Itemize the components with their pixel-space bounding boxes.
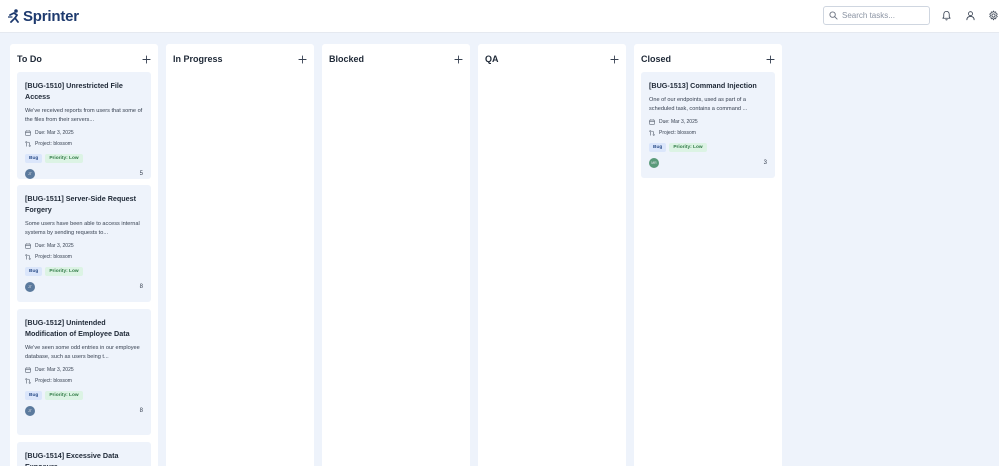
git-branch-icon [25,377,31,384]
avatar[interactable]: JT [25,281,35,292]
logo[interactable]: Sprinter [8,6,79,26]
tag-bug: Bug [25,154,43,163]
project-name: Project: blossom [35,140,72,147]
column-in-progress: In Progress [166,44,314,466]
card-count: 5 [139,170,143,177]
card-project: Project: blossom [25,139,143,148]
column-closed: Closed [BUG-1513] Command Injection One … [634,44,782,466]
card-tags: Bug Priority: Low [25,391,143,400]
column-header: In Progress [173,53,307,65]
card-title: [BUG-1513] Command Injection [649,81,757,90]
tag-bug: Bug [25,391,43,400]
logo-text: Sprinter [23,7,79,25]
search-box[interactable] [823,6,930,25]
card-project: Project: blossom [25,376,143,385]
due-date: Due: Mar 3, 2025 [659,118,698,125]
column-header: Blocked [329,53,463,65]
avatar[interactable]: MR [649,157,659,168]
column-header: Closed [641,53,775,65]
task-card[interactable]: [BUG-1513] Command Injection One of our … [641,72,775,178]
task-card[interactable]: [BUG-1512] Unintended Modification of Em… [17,309,151,435]
column-header: To Do [17,53,151,65]
card-footer: JT 5 [25,168,143,179]
search-input[interactable] [842,11,927,20]
tag-priority: Priority: Low [45,267,83,276]
tag-bug: Bug [649,143,667,152]
bell-icon[interactable] [941,10,952,21]
tag-bug: Bug [25,267,43,276]
card-description: One of our endpoints, used as part of a … [649,97,748,112]
card-description: We've seen some odd entries in our emplo… [25,345,140,360]
card-count: 8 [139,407,143,414]
column-title: Closed [641,54,672,64]
card-footer: MR 3 [649,157,767,168]
due-date: Due: Mar 3, 2025 [35,366,74,373]
card-description: Some users have been able to access inte… [25,221,140,236]
tag-priority: Priority: Low [45,391,83,400]
task-card[interactable]: [BUG-1510] Unrestricted File Access We'v… [17,72,151,179]
card-due: Due: Mar 3, 2025 [25,128,143,137]
avatar[interactable]: JT [25,168,35,179]
due-date: Due: Mar 3, 2025 [35,129,74,136]
add-task-icon[interactable] [609,54,619,64]
card-due: Due: Mar 3, 2025 [25,241,143,250]
card-title: [BUG-1511] Server-Side Request Forgery [25,194,137,214]
git-branch-icon [25,253,31,260]
card-title: [BUG-1514] Excessive Data Exposure [25,451,119,466]
git-branch-icon [25,140,31,147]
avatar[interactable]: JT [25,405,35,416]
tag-priority: Priority: Low [669,143,707,152]
card-footer: JT 8 [25,405,143,416]
project-name: Project: blossom [659,129,696,136]
add-task-icon[interactable] [765,54,775,64]
card-project: Project: blossom [25,252,143,261]
card-due: Due: Mar 3, 2025 [25,365,143,374]
card-footer: JT 8 [25,281,143,292]
due-date: Due: Mar 3, 2025 [35,242,74,249]
column-title: To Do [17,54,42,64]
column-blocked: Blocked [322,44,470,466]
card-count: 8 [139,283,143,290]
column-to-do: To Do [BUG-1510] Unrestricted File Acces… [10,44,158,466]
add-task-icon[interactable] [141,54,151,64]
column-title: In Progress [173,54,223,64]
user-icon[interactable] [965,10,976,21]
column-title: QA [485,54,499,64]
card-due: Due: Mar 3, 2025 [649,117,767,126]
card-project: Project: blossom [649,128,767,137]
card-title: [BUG-1512] Unintended Modification of Em… [25,318,130,338]
project-name: Project: blossom [35,377,72,384]
sprinter-logo-icon [8,9,19,23]
gear-icon[interactable] [988,10,999,21]
calendar-icon [25,242,31,249]
calendar-icon [25,366,31,373]
tag-priority: Priority: Low [45,154,83,163]
card-tags: Bug Priority: Low [25,267,143,276]
calendar-icon [25,129,31,136]
calendar-icon [649,118,655,125]
project-name: Project: blossom [35,253,72,260]
card-tags: Bug Priority: Low [25,154,143,163]
column-qa: QA [478,44,626,466]
search-icon [829,11,838,20]
card-description: We've received reports from users that s… [25,108,143,123]
add-task-icon[interactable] [453,54,463,64]
add-task-icon[interactable] [297,54,307,64]
task-card[interactable]: [BUG-1514] Excessive Data Exposure [17,442,151,466]
card-count: 3 [763,159,767,166]
card-title: [BUG-1510] Unrestricted File Access [25,81,123,101]
column-title: Blocked [329,54,365,64]
git-branch-icon [649,129,655,136]
task-card[interactable]: [BUG-1511] Server-Side Request Forgery S… [17,185,151,302]
column-header: QA [485,53,619,65]
card-tags: Bug Priority: Low [649,143,767,152]
top-bar: Sprinter [0,0,999,33]
